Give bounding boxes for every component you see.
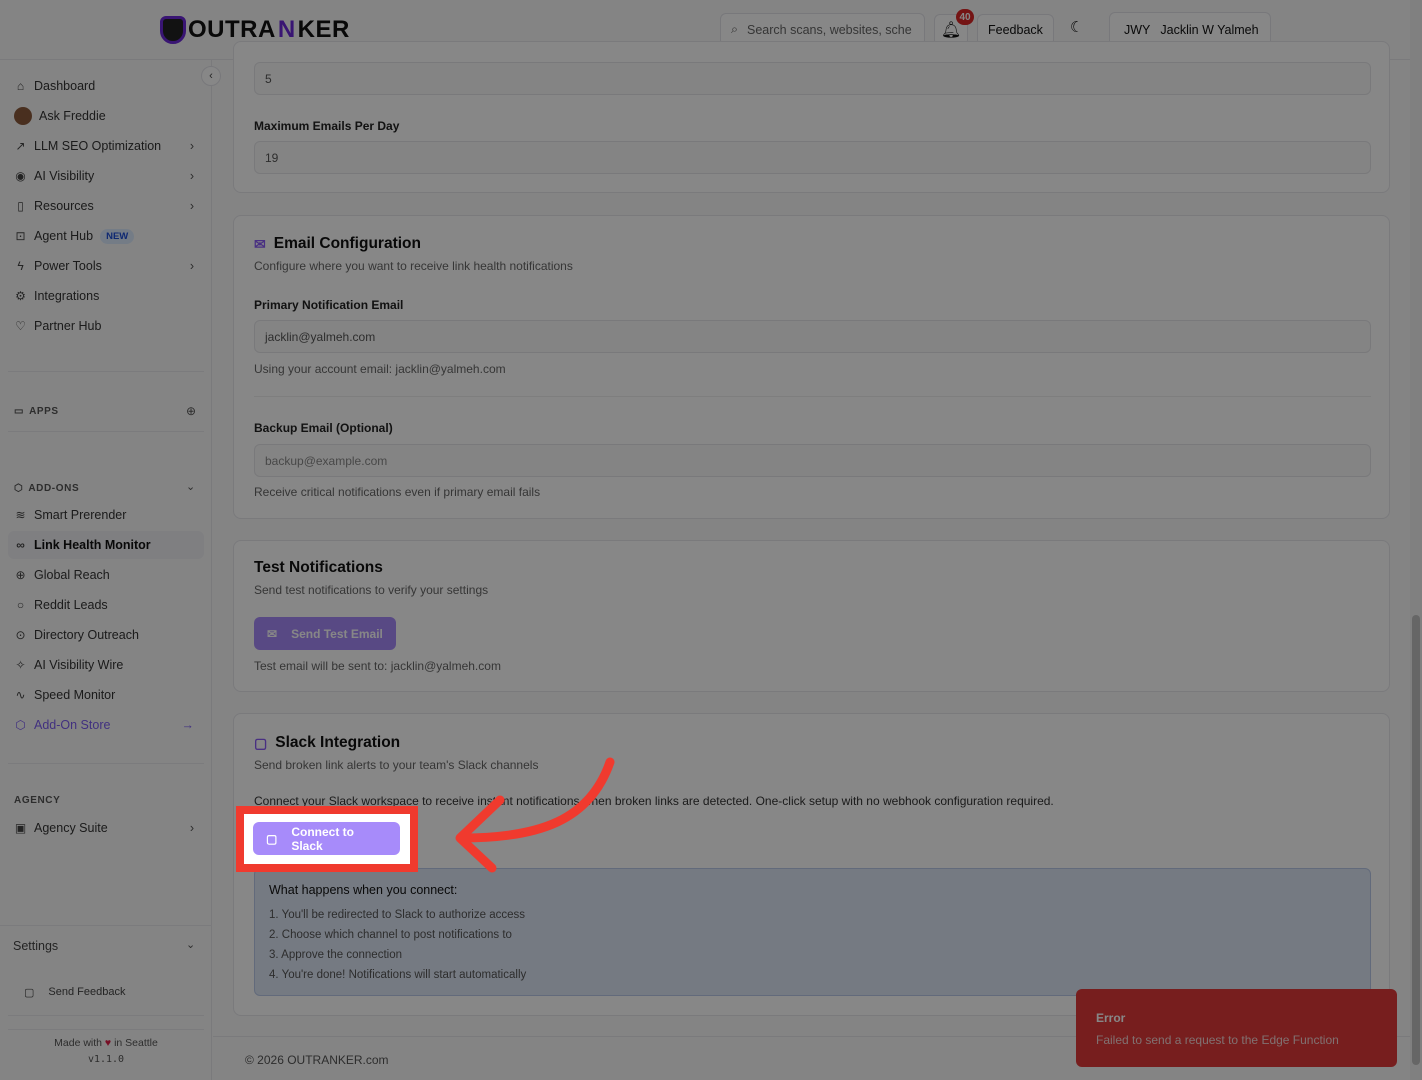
- message-square-icon: ▢: [266, 831, 278, 846]
- connect-to-slack-button[interactable]: ▢ Connect to Slack: [253, 822, 400, 855]
- highlight-box: ▢ Connect to Slack: [236, 806, 418, 872]
- annotation-arrow: [455, 757, 615, 873]
- dim-overlay: [0, 0, 1422, 1080]
